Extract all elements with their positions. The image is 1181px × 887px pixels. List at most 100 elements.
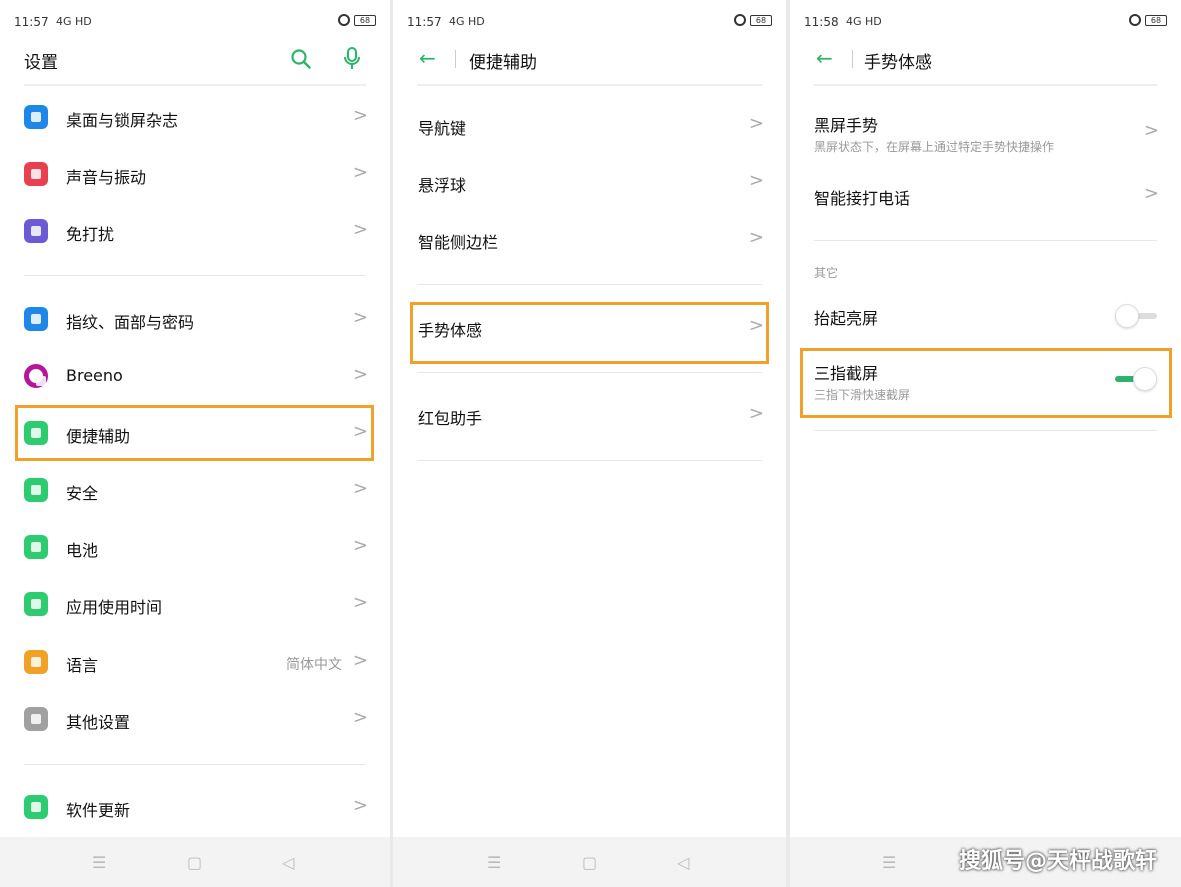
- item-label: 软件更新: [66, 801, 131, 820]
- item-label: 其他设置: [66, 713, 131, 732]
- item-label: 声音与振动: [66, 168, 147, 187]
- microphone-icon[interactable]: [342, 47, 362, 71]
- settings-item[interactable]: 软件更新 >: [0, 780, 390, 836]
- chevron-right-icon: >: [748, 227, 764, 248]
- header-divider: [814, 84, 1157, 86]
- status-time: 11:58: [804, 15, 839, 29]
- header-divider: [417, 84, 762, 86]
- section-header: 其它: [814, 266, 839, 280]
- menu-item-smart-call[interactable]: 智能接打电话 >: [790, 168, 1181, 224]
- back-nav-icon[interactable]: ◁: [282, 853, 294, 872]
- chevron-right-icon: >: [352, 535, 368, 556]
- divider: [814, 240, 1157, 241]
- item-label: 红包助手: [418, 409, 483, 428]
- chevron-right-icon: >: [1143, 183, 1159, 204]
- page-title: 手势体感: [864, 53, 932, 73]
- navigation-bar: ☰ ▢ ◁: [393, 837, 786, 887]
- back-arrow-icon[interactable]: ←: [816, 48, 833, 68]
- settings-item[interactable]: 指纹、面部与密码 >: [0, 292, 390, 348]
- other-settings-icon: [24, 707, 48, 731]
- watermark: 搜狐号@天枰战歌轩: [958, 849, 1157, 874]
- speaker-icon: [24, 162, 48, 186]
- highlight-box: [15, 405, 374, 461]
- settings-item[interactable]: 免打扰 >: [0, 204, 390, 260]
- status-bar: 11:58 4G HD 68: [804, 12, 1167, 32]
- setting-raise-to-wake: 抬起亮屏: [790, 288, 1181, 344]
- back-arrow-icon[interactable]: ←: [419, 48, 436, 68]
- settings-item[interactable]: 桌面与锁屏杂志 >: [0, 90, 390, 146]
- item-label: 智能接打电话: [814, 189, 911, 208]
- header: ← 手势体感: [790, 38, 1181, 84]
- accessibility-panel: 11:57 4G HD 68 ← 便捷辅助 导航键 > 悬浮球 > 智能侧边栏 …: [393, 0, 786, 887]
- back-nav-icon[interactable]: ◁: [677, 853, 689, 872]
- battery-indicator: 68: [750, 15, 772, 26]
- chevron-right-icon: >: [352, 219, 368, 240]
- settings-item[interactable]: 安全 >: [0, 463, 390, 519]
- status-time: 11:57: [14, 15, 49, 29]
- menu-item-smart-sidebar[interactable]: 智能侧边栏 >: [393, 212, 786, 268]
- settings-item[interactable]: 其他设置 >: [0, 692, 390, 748]
- chevron-right-icon: >: [352, 592, 368, 613]
- item-label: 智能侧边栏: [418, 233, 499, 252]
- menu-item-red-packet[interactable]: 红包助手 >: [393, 388, 786, 444]
- menu-item-black-screen-gestures[interactable]: 黑屏手势 黑屏状态下，在屏幕上通过特定手势快捷操作 >: [790, 100, 1181, 164]
- battery-icon: [24, 535, 48, 559]
- item-value: 简体中文: [286, 657, 342, 673]
- divider: [417, 372, 762, 373]
- chevron-right-icon: >: [352, 650, 368, 671]
- raise-to-wake-toggle[interactable]: [1115, 304, 1157, 328]
- settings-item[interactable]: 语言 简体中文 >: [0, 635, 390, 691]
- chevron-right-icon: >: [352, 795, 368, 816]
- chevron-right-icon: >: [352, 162, 368, 183]
- header-separator: [852, 50, 853, 68]
- home-icon[interactable]: ▢: [187, 853, 202, 872]
- chevron-right-icon: >: [748, 170, 764, 191]
- divider: [417, 460, 762, 461]
- search-icon[interactable]: [290, 48, 312, 70]
- item-label: 指纹、面部与密码: [66, 313, 195, 332]
- home-icon[interactable]: ▢: [582, 853, 597, 872]
- status-bar: 11:57 4G HD 68: [407, 12, 772, 32]
- settings-item[interactable]: Breeno >: [0, 349, 390, 405]
- settings-panel: 11:57 4G HD 68 设置 桌面与锁屏杂志 > 声音与振动 > 免打扰 > 指纹、面…: [0, 0, 390, 887]
- alarm-icon: [338, 14, 350, 26]
- chevron-right-icon: >: [352, 105, 368, 126]
- menu-item-nav-keys[interactable]: 导航键 >: [393, 98, 786, 154]
- chevron-right-icon: >: [352, 364, 368, 385]
- status-bar: 11:57 4G HD 68: [14, 12, 376, 32]
- network-indicator: 4G HD: [449, 15, 485, 28]
- alarm-icon: [734, 14, 746, 26]
- network-indicator: 4G HD: [56, 15, 92, 28]
- header: 设置: [0, 38, 390, 84]
- item-label: 免打扰: [66, 225, 115, 244]
- item-label: 抬起亮屏: [814, 309, 879, 328]
- menu-icon[interactable]: ☰: [487, 853, 501, 872]
- highlight-box: [410, 302, 769, 364]
- network-indicator: 4G HD: [846, 15, 882, 28]
- header-divider: [24, 84, 366, 86]
- navigation-bar: ☰ ▢ ◁: [0, 837, 390, 887]
- chevron-right-icon: >: [352, 478, 368, 499]
- item-label: 桌面与锁屏杂志: [66, 111, 179, 130]
- divider: [814, 430, 1157, 431]
- chevron-right-icon: >: [352, 307, 368, 328]
- chevron-right-icon: >: [748, 403, 764, 424]
- toggle-knob: [1115, 304, 1139, 328]
- header: ← 便捷辅助: [393, 38, 786, 84]
- settings-item[interactable]: 电池 >: [0, 520, 390, 576]
- settings-item[interactable]: 声音与振动 >: [0, 147, 390, 203]
- divider: [24, 275, 366, 276]
- menu-item-float-ball[interactable]: 悬浮球 >: [393, 155, 786, 211]
- battery-indicator: 68: [1145, 15, 1167, 26]
- page-title: 设置: [24, 53, 58, 73]
- chevron-right-icon: >: [748, 113, 764, 134]
- status-time: 11:57: [407, 15, 442, 29]
- item-label: 黑屏手势: [814, 116, 879, 135]
- chevron-right-icon: >: [352, 707, 368, 728]
- settings-item[interactable]: 应用使用时间 >: [0, 577, 390, 633]
- fingerprint-icon: [24, 307, 48, 331]
- menu-icon[interactable]: ☰: [882, 853, 896, 872]
- moon-icon: [24, 219, 48, 243]
- menu-icon[interactable]: ☰: [92, 853, 106, 872]
- divider: [417, 284, 762, 285]
